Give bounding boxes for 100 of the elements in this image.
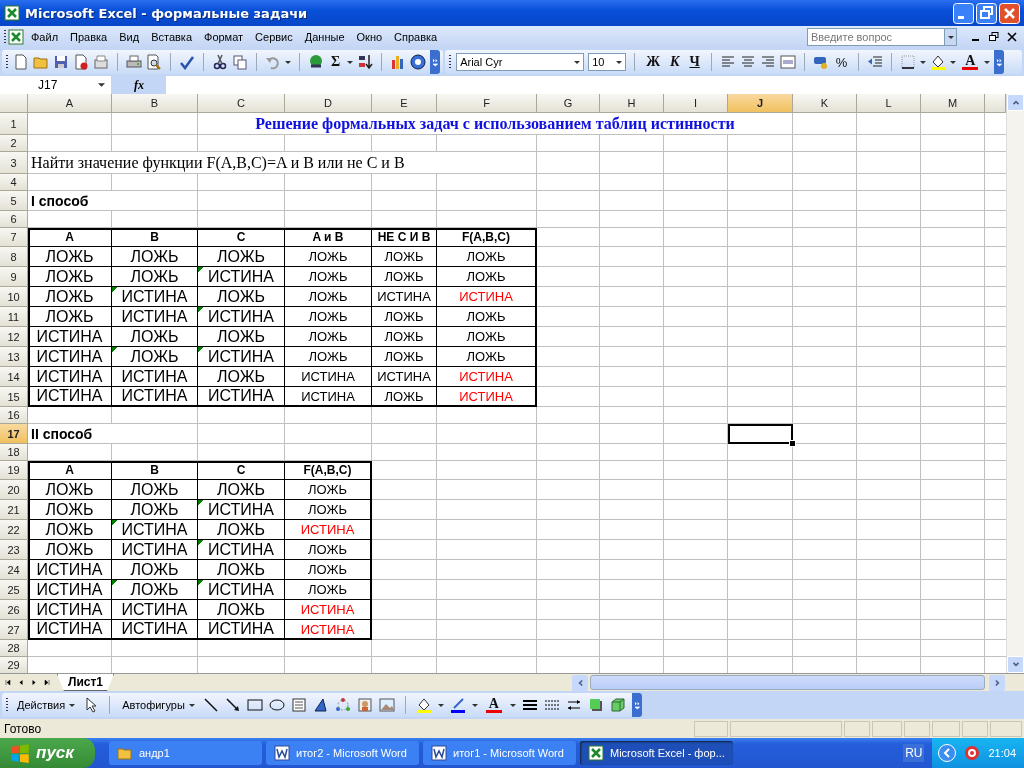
taskbar-button[interactable]: итог2 - Microsoft Word: [266, 741, 419, 765]
row-number[interactable]: 13: [0, 347, 28, 367]
menu-item[interactable]: Файл: [25, 29, 65, 45]
row-number[interactable]: 3: [0, 152, 28, 174]
column-header[interactable]: G: [537, 94, 600, 113]
table-cell: ЛОЖЬ: [28, 480, 112, 500]
row-number[interactable]: 27: [0, 620, 28, 640]
draw-menu-button[interactable]: Действия: [15, 699, 78, 711]
table-cell: ЛОЖЬ: [285, 307, 372, 327]
table-cell: ИСТИНА: [28, 347, 112, 367]
column-header[interactable]: K: [793, 94, 857, 113]
table-cell: ИСТИНА: [112, 620, 198, 640]
menu-item[interactable]: Данные: [298, 29, 351, 45]
underline-button[interactable]: Ч: [686, 54, 703, 70]
row-number[interactable]: 20: [0, 480, 28, 500]
table-cell: ЛОЖЬ: [372, 347, 437, 367]
row-number[interactable]: 10: [0, 287, 28, 307]
menu-item[interactable]: Вставка: [145, 29, 198, 45]
table-header-cell: B: [112, 228, 198, 247]
row-number[interactable]: 8: [0, 247, 28, 267]
table-cell: ЛОЖЬ: [372, 307, 437, 327]
column-header[interactable]: I: [664, 94, 728, 113]
column-header[interactable]: M: [921, 94, 985, 113]
table-header-cell: F(A,B,C): [437, 228, 537, 247]
row-number[interactable]: 6: [0, 211, 28, 228]
menu-item[interactable]: Справка: [388, 29, 444, 45]
autosum-button[interactable]: Σ: [328, 54, 344, 70]
row-number[interactable]: 4: [0, 174, 28, 191]
name-box[interactable]: J17: [0, 76, 112, 94]
column-header[interactable]: D: [285, 94, 372, 113]
row-number[interactable]: 17: [0, 424, 28, 444]
menu-item[interactable]: Формат: [198, 29, 250, 45]
row-number[interactable]: 9: [0, 267, 28, 287]
percent-button[interactable]: %: [832, 54, 851, 70]
table-cell: ИСТИНА: [28, 560, 112, 580]
table-cell: ЛОЖЬ: [285, 267, 372, 287]
clock: 21:04: [988, 747, 1016, 759]
insert-function-button[interactable]: fx: [112, 77, 166, 93]
italic-button[interactable]: К: [667, 54, 683, 70]
table-cell: ЛОЖЬ: [285, 500, 372, 520]
table-cell: ЛОЖЬ: [437, 267, 537, 287]
table-cell: ЛОЖЬ: [437, 327, 537, 347]
menu-item[interactable]: Правка: [64, 29, 114, 45]
row-number[interactable]: 2: [0, 135, 28, 152]
menu-item[interactable]: Вид: [113, 29, 146, 45]
row-number[interactable]: 26: [0, 600, 28, 620]
row-number[interactable]: 19: [0, 461, 28, 480]
font-color-button[interactable]: A: [960, 54, 981, 70]
window-title: Microsoft Excel - формальные задачи: [25, 5, 309, 21]
sheet-tab[interactable]: Лист1: [57, 674, 115, 691]
table-cell: ИСТИНА: [112, 307, 198, 327]
row-number[interactable]: 1: [0, 113, 28, 135]
row-number[interactable]: 28: [0, 640, 28, 657]
menu-item[interactable]: Сервис: [249, 29, 299, 45]
column-header[interactable]: J: [728, 94, 793, 113]
taskbar-button[interactable]: Microsoft Excel - фор...: [580, 741, 733, 765]
start-button[interactable]: пуск: [0, 738, 95, 768]
column-header[interactable]: E: [372, 94, 437, 113]
row-number[interactable]: 7: [0, 228, 28, 247]
row-number[interactable]: 11: [0, 307, 28, 327]
row-number[interactable]: 15: [0, 387, 28, 407]
language-indicator[interactable]: RU: [903, 744, 925, 762]
table-cell: ЛОЖЬ: [198, 287, 285, 307]
row-number[interactable]: 25: [0, 580, 28, 600]
column-header[interactable]: A: [28, 94, 112, 113]
column-header[interactable]: B: [112, 94, 198, 113]
font-color-button[interactable]: A: [483, 697, 504, 713]
row-number[interactable]: 14: [0, 367, 28, 387]
row-number[interactable]: 23: [0, 540, 28, 560]
row-number[interactable]: 16: [0, 407, 28, 424]
table-cell: ИСТИНА: [198, 580, 285, 600]
row-number[interactable]: 18: [0, 444, 28, 461]
row-number[interactable]: 5: [0, 191, 28, 211]
row-number[interactable]: 21: [0, 500, 28, 520]
table-cell: ИСТИНА: [198, 347, 285, 367]
column-header[interactable]: L: [857, 94, 921, 113]
autoshapes-button[interactable]: Автофигуры: [120, 699, 197, 711]
table-header-cell: НЕ С И В: [372, 228, 437, 247]
row-number[interactable]: 24: [0, 560, 28, 580]
table-cell: ЛОЖЬ: [28, 540, 112, 560]
bold-button[interactable]: Ж: [643, 54, 663, 70]
row-number[interactable]: 29: [0, 657, 28, 673]
table-cell: ЛОЖЬ: [285, 580, 372, 600]
font-size-dropdown[interactable]: 10: [588, 53, 627, 71]
table-header-cell: A: [28, 461, 112, 480]
question-field[interactable]: Введите вопрос: [807, 28, 945, 46]
row-number[interactable]: 22: [0, 520, 28, 540]
column-header[interactable]: F: [437, 94, 537, 113]
column-header[interactable]: C: [198, 94, 285, 113]
table-header-cell: C: [198, 461, 285, 480]
taskbar-button[interactable]: итог1 - Microsoft Word: [423, 741, 576, 765]
column-header[interactable]: H: [600, 94, 664, 113]
font-dropdown[interactable]: Arial Cyr: [456, 53, 585, 71]
table-cell: ЛОЖЬ: [198, 327, 285, 347]
table-cell: ИСТИНА: [198, 500, 285, 520]
row-number[interactable]: 12: [0, 327, 28, 347]
table-cell: ИСТИНА: [28, 367, 112, 387]
table-cell: ЛОЖЬ: [285, 560, 372, 580]
taskbar-button[interactable]: андр1: [109, 741, 262, 765]
menu-item[interactable]: Окно: [350, 29, 389, 45]
